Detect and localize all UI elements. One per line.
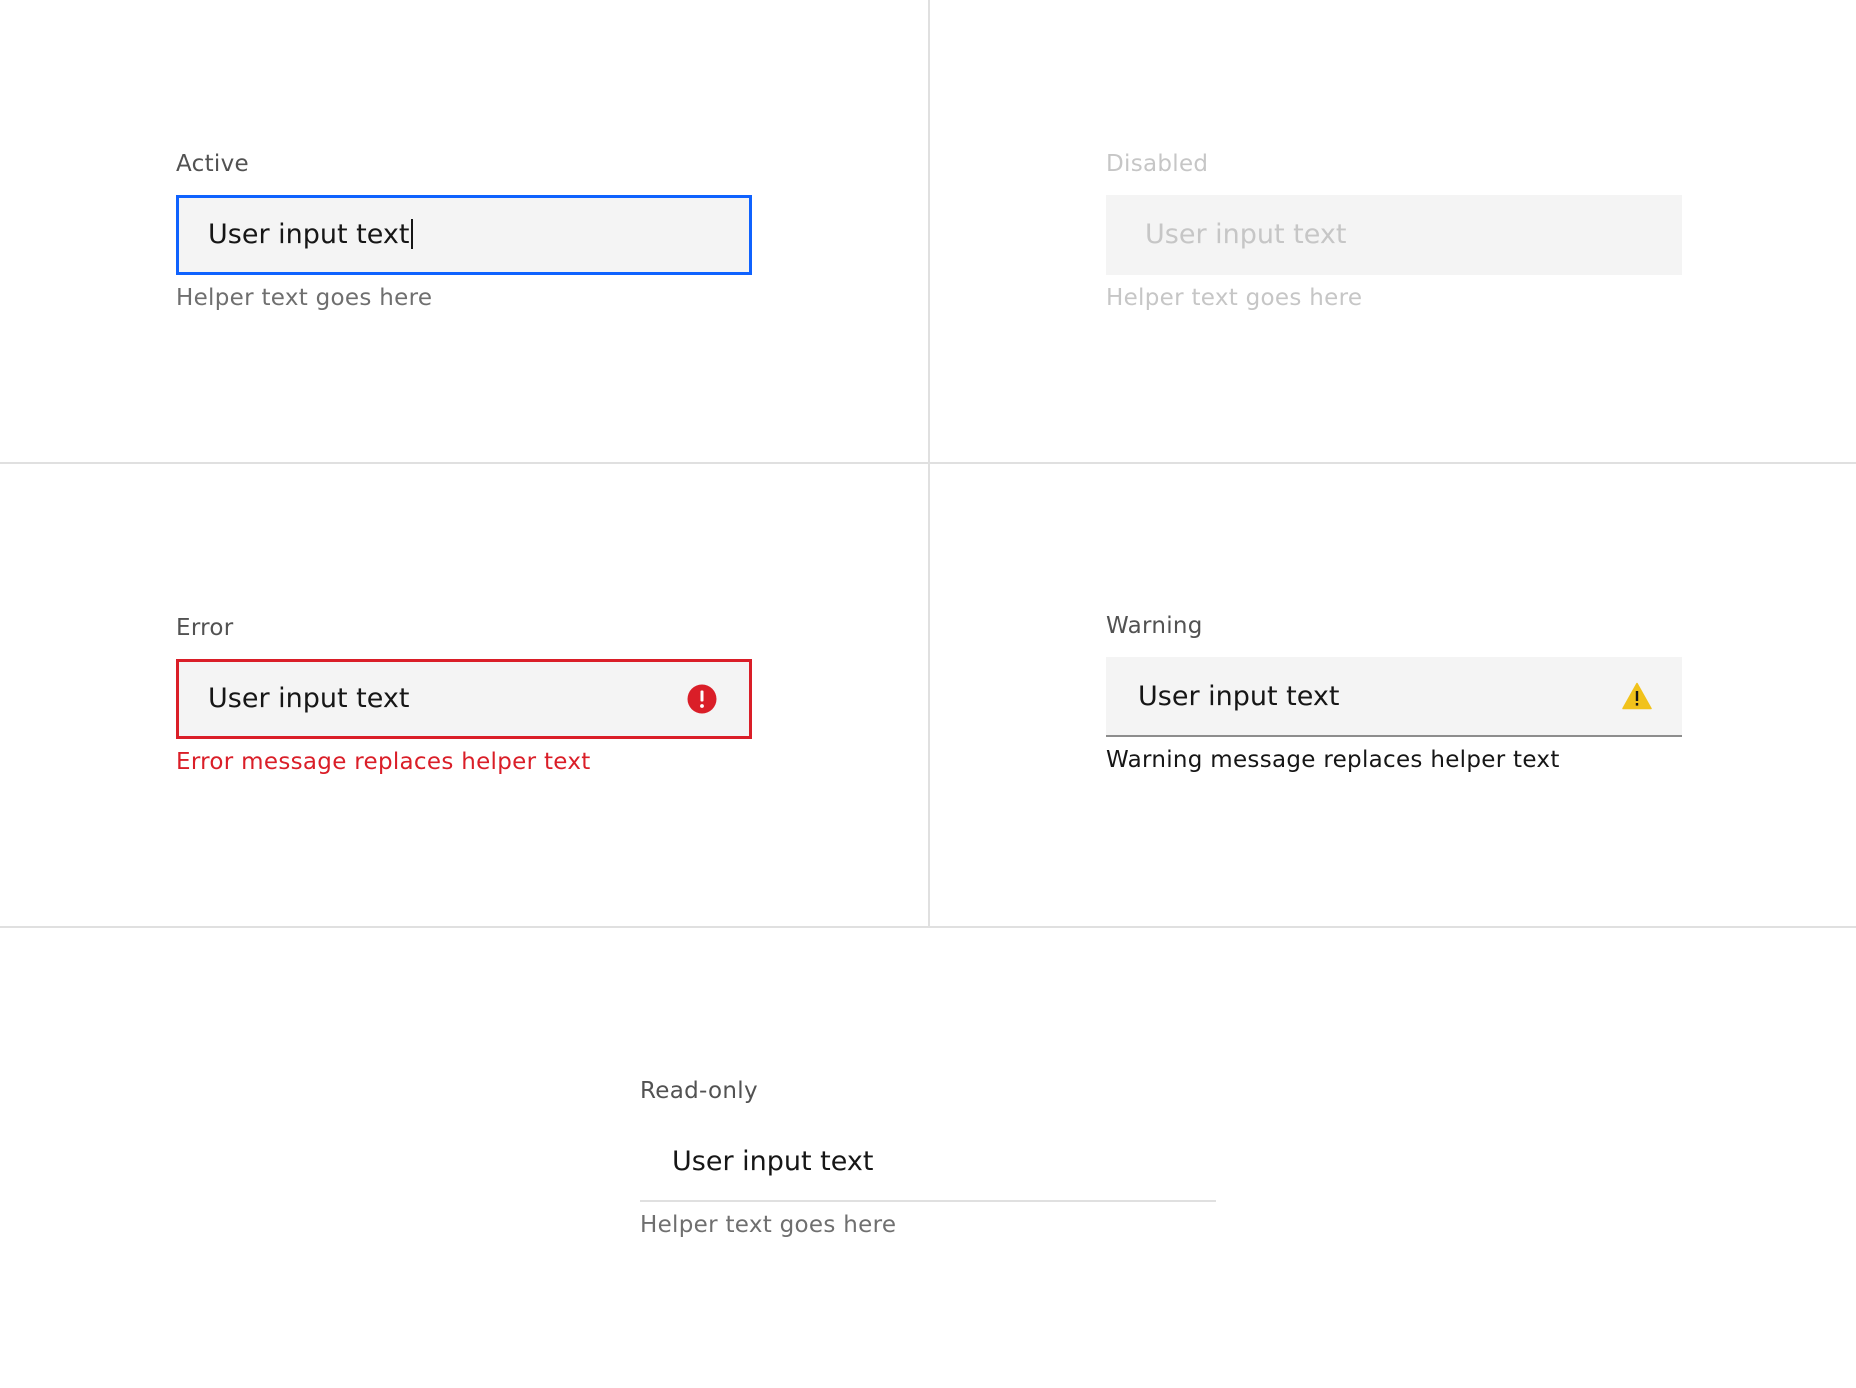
- error-field-label: Error: [176, 615, 234, 641]
- readonly-field-label: Read-only: [640, 1078, 758, 1104]
- vertical-divider: [928, 0, 930, 928]
- warning-field-label: Warning: [1106, 613, 1203, 639]
- horizontal-divider-bottom: [0, 926, 1856, 928]
- error-icon: [687, 684, 717, 714]
- warning-message: Warning message replaces helper text: [1106, 747, 1560, 773]
- warning-text-input[interactable]: User input text: [1106, 657, 1682, 737]
- readonly-helper-text: Helper text goes here: [640, 1212, 897, 1238]
- horizontal-divider-top: [0, 462, 1856, 464]
- disabled-helper-text: Helper text goes here: [1106, 285, 1363, 311]
- error-input-value: User input text: [208, 683, 410, 714]
- active-helper-text: Helper text goes here: [176, 285, 433, 311]
- text-cursor: [411, 218, 414, 249]
- disabled-field-label: Disabled: [1106, 151, 1209, 177]
- error-text-input[interactable]: User input text: [176, 659, 752, 739]
- disabled-text-input: User input text: [1106, 195, 1682, 275]
- warning-icon: [1622, 682, 1652, 710]
- warning-input-value: User input text: [1138, 681, 1340, 712]
- disabled-input-value: User input text: [1145, 219, 1347, 250]
- readonly-input-value: User input text: [672, 1146, 874, 1177]
- error-message: Error message replaces helper text: [176, 749, 591, 775]
- active-field-label: Active: [176, 151, 249, 177]
- active-input-value: User input text: [208, 198, 414, 272]
- readonly-text-input[interactable]: User input text: [640, 1122, 1216, 1202]
- active-text-input[interactable]: User input text: [176, 195, 752, 275]
